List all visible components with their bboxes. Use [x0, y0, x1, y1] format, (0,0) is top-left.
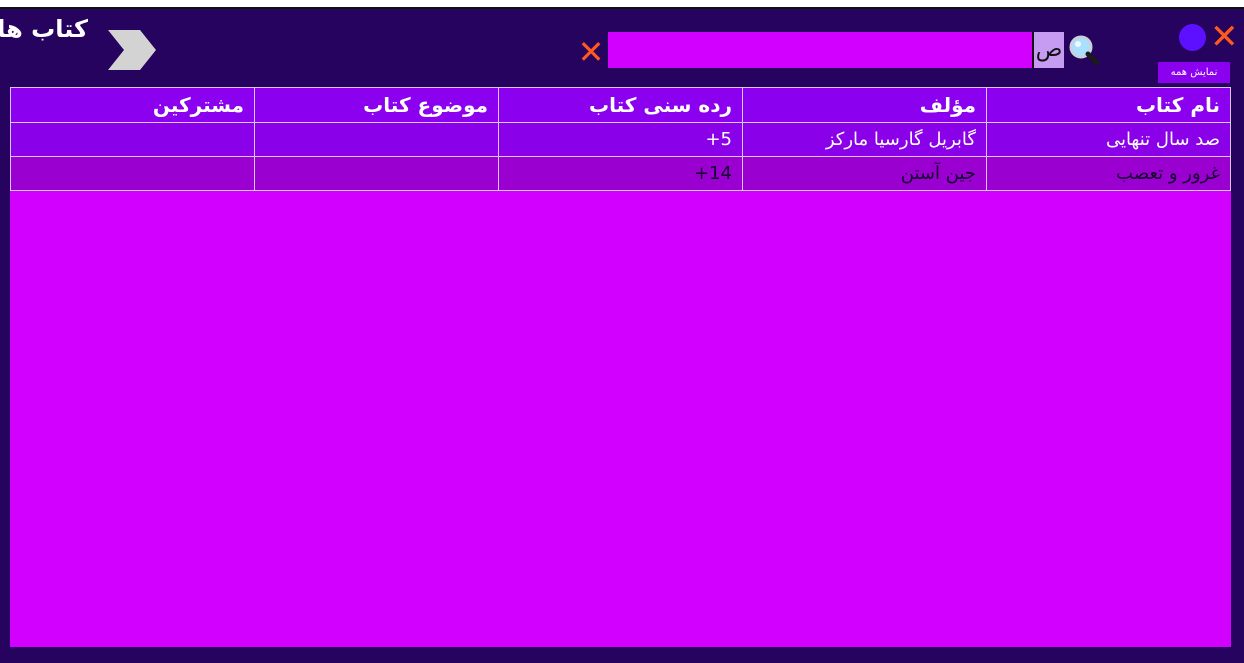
cell-author[interactable]: جین آستن	[742, 156, 987, 191]
clear-icon[interactable]: ✕	[575, 36, 607, 68]
cell-subscribers[interactable]	[10, 122, 255, 157]
cell-subscribers[interactable]	[10, 156, 255, 191]
books-table: نام کتاب مؤلف رده سنی کتاب موضوع کتاب مش…	[10, 87, 1231, 191]
column-header-subject[interactable]: موضوع کتاب	[254, 87, 499, 123]
column-header-subscribers[interactable]: مشترکین	[10, 87, 255, 123]
circle-icon[interactable]	[1179, 24, 1206, 51]
chevron-right-icon[interactable]	[106, 29, 158, 71]
table-row[interactable]: صد سال تنهایی گابریل گارسیا مارکز +5	[10, 122, 1231, 157]
search-input-value: ص	[1032, 32, 1064, 68]
cell-subject[interactable]	[254, 122, 499, 157]
cell-author[interactable]: گابریل گارسیا مارکز	[742, 122, 987, 157]
close-icon[interactable]: ✕	[1210, 20, 1239, 54]
cell-book-name[interactable]: غرور و تعصب	[986, 156, 1231, 191]
cell-age-group[interactable]: +5	[498, 122, 743, 157]
books-grid[interactable]: نام کتاب مؤلف رده سنی کتاب موضوع کتاب مش…	[10, 87, 1231, 647]
table-row[interactable]: غرور و تعصب جین آستن +14	[10, 156, 1231, 191]
search-input[interactable]: ص	[608, 32, 1064, 68]
table-header-row: نام کتاب مؤلف رده سنی کتاب موضوع کتاب مش…	[10, 87, 1231, 123]
cell-book-name[interactable]: صد سال تنهایی	[986, 122, 1231, 157]
app-window: ✕ نمایش همه ص ✕ کتاب ها نام کتاب مؤلف رد…	[0, 7, 1244, 663]
show-all-button[interactable]: نمایش همه	[1158, 62, 1230, 83]
cell-subject[interactable]	[254, 156, 499, 191]
column-header-book-name[interactable]: نام کتاب	[986, 87, 1231, 123]
search-icon[interactable]	[1066, 32, 1102, 68]
page-title: کتاب ها	[0, 15, 88, 43]
cell-age-group[interactable]: +14	[498, 156, 743, 191]
column-header-age-group[interactable]: رده سنی کتاب	[498, 87, 743, 123]
column-header-author[interactable]: مؤلف	[742, 87, 987, 123]
